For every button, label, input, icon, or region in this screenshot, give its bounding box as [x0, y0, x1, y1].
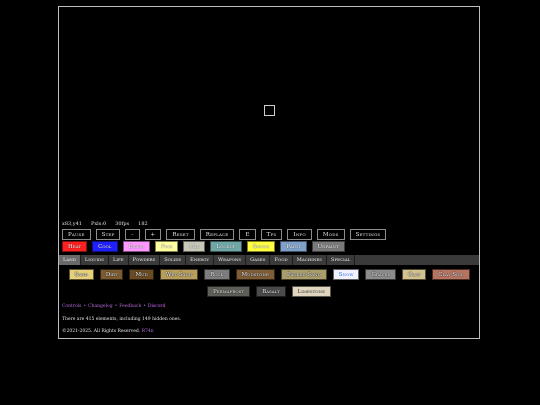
controls-link[interactable]: Controls: [62, 304, 81, 309]
tool-mix[interactable]: Mix: [183, 241, 206, 252]
tab-powders[interactable]: Powders: [129, 255, 161, 265]
element-permafrost[interactable]: Permafrost: [206, 286, 251, 297]
decrease-brush-button[interactable]: -: [125, 229, 140, 240]
element-snow[interactable]: Snow: [332, 269, 360, 280]
tick-readout: 182: [138, 221, 148, 227]
increase-brush-button[interactable]: +: [144, 229, 162, 240]
pixel-count: Pxls:0: [90, 221, 107, 227]
tool-cool[interactable]: Cool: [92, 241, 118, 252]
tab-machines[interactable]: Machines: [293, 255, 328, 265]
tool-unpaint[interactable]: Unpaint: [311, 241, 345, 252]
element-sand[interactable]: Sand: [68, 269, 94, 280]
tab-gases[interactable]: Gases: [246, 255, 271, 265]
footer-links: Controls • Changelog • Feedback • Discor…: [62, 304, 165, 309]
discord-link[interactable]: Discord: [148, 304, 166, 309]
tool-lookup[interactable]: Lookup: [210, 241, 242, 252]
settings-button[interactable]: Settings: [349, 229, 387, 240]
fps-readout: 30fps: [115, 221, 130, 227]
element-gravel[interactable]: Gravel: [365, 269, 396, 280]
tab-life[interactable]: Life: [109, 255, 129, 265]
coords-readout: x83,y41: [62, 221, 82, 227]
changelog-link[interactable]: Changelog: [88, 304, 113, 309]
element-mudstone[interactable]: Mudstone: [235, 269, 275, 280]
tps-button[interactable]: Tps: [260, 229, 283, 240]
element-basalt[interactable]: Basalt: [256, 286, 286, 297]
element-packed-sand[interactable]: Packed Sand: [280, 269, 327, 280]
tab-land[interactable]: Land: [59, 255, 81, 265]
tool-erase[interactable]: Erase: [122, 241, 151, 252]
link-separator: •: [83, 304, 87, 309]
link-separator: •: [143, 304, 146, 309]
element-clay[interactable]: Clay: [402, 269, 427, 280]
tab-food[interactable]: Food: [270, 255, 293, 265]
element-wet-sand[interactable]: Wet Sand: [159, 269, 199, 280]
category-tabs: Land Liquids Life Powders Solids Energy …: [59, 255, 479, 265]
tab-special[interactable]: Special: [327, 255, 356, 265]
tool-toolbar: Heat Cool Erase Pick Mix Lookup Shock Pa…: [62, 241, 345, 252]
tab-liquids[interactable]: Liquids: [81, 255, 109, 265]
brush-cursor: [264, 105, 275, 116]
game-frame: x83,y41 Pxls:0 30fps 182 Pause Step - + …: [58, 6, 480, 339]
element-limestone[interactable]: Limestone: [291, 286, 331, 297]
tab-weapons[interactable]: Weapons: [214, 255, 247, 265]
e-button[interactable]: E: [239, 229, 256, 240]
element-mud[interactable]: Mud: [129, 269, 154, 280]
replace-button[interactable]: Replace: [199, 229, 235, 240]
element-rock[interactable]: Rock: [204, 269, 230, 280]
info-button[interactable]: Info: [287, 229, 312, 240]
copyright-notice: ©2021-2025. All Rights Reserved.: [62, 329, 141, 334]
tab-energy[interactable]: Energy: [186, 255, 214, 265]
tool-shock[interactable]: Shock: [246, 241, 276, 252]
tool-pick[interactable]: Pick: [155, 241, 179, 252]
element-dirt[interactable]: Dirt: [99, 269, 124, 280]
step-button[interactable]: Step: [95, 229, 121, 240]
stats-bar: x83,y41 Pxls:0 30fps 182: [62, 219, 148, 229]
link-separator: •: [114, 304, 118, 309]
copyright-text: ©2021-2025. All Rights Reserved. R74n: [62, 329, 154, 334]
tool-heat[interactable]: Heat: [62, 241, 88, 252]
mods-button[interactable]: Mods: [316, 229, 345, 240]
tab-solids[interactable]: Solids: [160, 255, 187, 265]
pause-button[interactable]: Pause: [62, 229, 91, 240]
control-toolbar: Pause Step - + Reset Replace E Tps Info …: [62, 229, 387, 240]
element-palette: Sand Dirt Mud Wet Sand Rock Mudstone Pac…: [59, 269, 479, 297]
element-clay-soil[interactable]: Clay Soil: [432, 269, 470, 280]
element-count-text: There are 415 elements, including 149 hi…: [62, 317, 182, 322]
owner-link[interactable]: R74n: [142, 329, 154, 334]
simulation-canvas[interactable]: [59, 7, 479, 219]
tool-paint[interactable]: Paint: [280, 241, 307, 252]
reset-button[interactable]: Reset: [166, 229, 195, 240]
feedback-link[interactable]: Feedback: [119, 304, 141, 309]
